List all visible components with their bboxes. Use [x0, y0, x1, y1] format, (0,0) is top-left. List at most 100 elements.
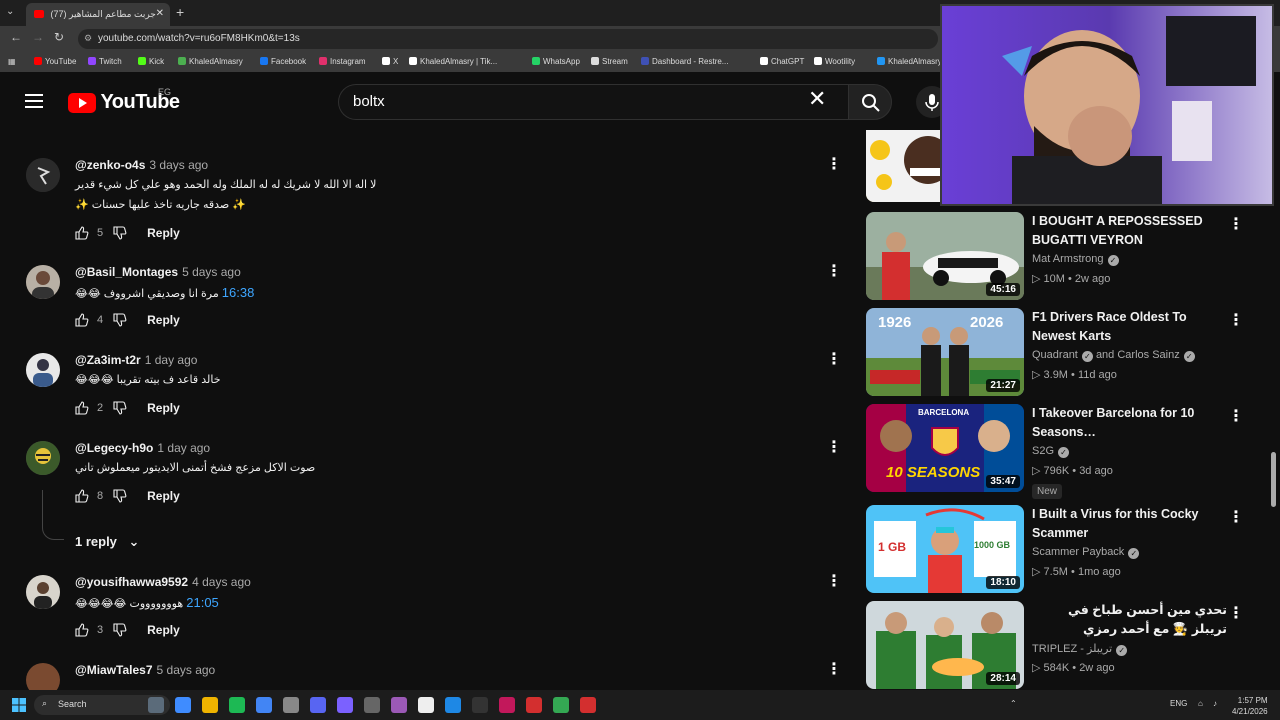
- youtube-logo[interactable]: YouTube EG: [68, 87, 180, 114]
- url-field[interactable]: ⚙ youtube.com/watch?v=ru6oFM8HKm0&t=13s: [78, 29, 938, 49]
- show-replies-button[interactable]: 1 reply ⌄: [75, 534, 139, 550]
- back-icon[interactable]: ←: [10, 30, 22, 44]
- bookmark-item[interactable]: YouTube: [34, 57, 76, 66]
- comment-time[interactable]: 4 days ago: [192, 575, 251, 589]
- page-scrollbar[interactable]: [1271, 452, 1276, 507]
- bookmark-item[interactable]: Twitch: [88, 57, 122, 66]
- comment-author[interactable]: @yousifhawwa9592: [75, 575, 188, 589]
- more-actions-icon[interactable]: ⋮: [826, 261, 842, 281]
- comment-author[interactable]: @Za3im-t2r: [75, 353, 141, 367]
- volume-icon[interactable]: ♪: [1213, 699, 1217, 708]
- related-video-item[interactable]: 1 GB 1000 GB 18:10 I Built a Virus for t…: [866, 505, 1266, 595]
- clear-search-icon[interactable]: ✕: [808, 88, 826, 110]
- dislike-icon[interactable]: [113, 623, 127, 637]
- like-icon[interactable]: [75, 226, 89, 240]
- network-icon[interactable]: ⌂: [1198, 699, 1203, 708]
- discord-icon[interactable]: [310, 697, 326, 713]
- channel-name[interactable]: S2G ✓: [1032, 445, 1070, 458]
- tray-overflow-icon[interactable]: ⌃: [1010, 699, 1017, 708]
- reply-button[interactable]: Reply: [147, 623, 180, 637]
- app-icon[interactable]: [391, 697, 407, 713]
- video-thumbnail[interactable]: 28:14: [866, 601, 1024, 689]
- bookmark-item[interactable]: KhaledAlmasry: [877, 57, 942, 66]
- more-actions-icon[interactable]: ⋮: [826, 154, 842, 174]
- app-icon[interactable]: [499, 697, 515, 713]
- video-thumbnail[interactable]: BARCELONA 10 SEASONS 35:47: [866, 404, 1024, 492]
- new-tab-icon[interactable]: +: [176, 4, 184, 20]
- apps-grid-icon[interactable]: ▦: [8, 57, 16, 66]
- like-icon[interactable]: [75, 623, 89, 637]
- reply-button[interactable]: Reply: [147, 489, 180, 503]
- system-clock[interactable]: 1:57 PM 4/21/2026: [1232, 695, 1268, 717]
- bookmark-item[interactable]: Facebook: [260, 57, 306, 66]
- timestamp-link[interactable]: 16:38: [222, 285, 255, 300]
- reload-icon[interactable]: ↻: [54, 30, 64, 44]
- more-actions-icon[interactable]: ⋮: [826, 659, 842, 679]
- like-icon[interactable]: [75, 489, 89, 503]
- video-title[interactable]: I Built a Virus for this Cocky Scammer: [1032, 505, 1227, 543]
- more-actions-icon[interactable]: ⋮: [1228, 214, 1244, 234]
- app-icon[interactable]: [445, 697, 461, 713]
- copilot-icon[interactable]: [175, 697, 191, 713]
- menu-icon[interactable]: [25, 94, 43, 108]
- dislike-icon[interactable]: [113, 226, 127, 240]
- comment-time[interactable]: 1 day ago: [157, 441, 210, 455]
- bookmark-item[interactable]: Kick: [138, 57, 164, 66]
- terminal-icon[interactable]: [364, 697, 380, 713]
- timestamp-link[interactable]: 21:05: [186, 595, 219, 610]
- browser-tab-active[interactable]: (77) جربت مطاعم المشاهير ✕: [26, 3, 170, 26]
- more-actions-icon[interactable]: ⋮: [826, 571, 842, 591]
- bookmark-item[interactable]: ChatGPT: [760, 57, 804, 66]
- video-thumbnail[interactable]: 1 GB 1000 GB 18:10: [866, 505, 1024, 593]
- adobe-icon[interactable]: [526, 697, 542, 713]
- reply-button[interactable]: Reply: [147, 313, 180, 327]
- bookmark-item[interactable]: KhaledAlmasry | Tik...: [409, 57, 497, 66]
- active-app-icon[interactable]: [580, 697, 596, 713]
- like-icon[interactable]: [75, 401, 89, 415]
- notepad-icon[interactable]: [418, 697, 434, 713]
- related-video-item[interactable]: 1926 2026 21:27 F1 Drivers Race Oldest T…: [866, 308, 1266, 398]
- comment-time[interactable]: 5 days ago: [182, 265, 241, 279]
- avatar[interactable]: [26, 575, 60, 609]
- like-icon[interactable]: [75, 313, 89, 327]
- windows-start-icon[interactable]: [12, 698, 26, 712]
- dislike-icon[interactable]: [113, 401, 127, 415]
- bookmark-item[interactable]: Stream: [591, 57, 628, 66]
- more-actions-icon[interactable]: ⋮: [826, 437, 842, 457]
- search-button[interactable]: [848, 84, 892, 120]
- app-grid-icon[interactable]: [337, 697, 353, 713]
- search-input[interactable]: [353, 93, 793, 110]
- video-title[interactable]: I BOUGHT A REPOSSESSED BUGATTI VEYRON: [1032, 212, 1227, 250]
- bookmark-item[interactable]: WhatsApp: [532, 57, 580, 66]
- comment-author[interactable]: @Basil_Montages: [75, 265, 178, 279]
- more-actions-icon[interactable]: ⋮: [826, 349, 842, 369]
- comment-time[interactable]: 3 days ago: [149, 158, 208, 172]
- avatar[interactable]: [26, 265, 60, 299]
- chrome-icon[interactable]: [553, 697, 569, 713]
- video-title[interactable]: F1 Drivers Race Oldest To Newest Karts: [1032, 308, 1227, 346]
- widgets-icon[interactable]: [148, 697, 164, 713]
- chrome-icon[interactable]: [256, 697, 272, 713]
- channel-name[interactable]: Quadrant ✓ and Carlos Sainz ✓: [1032, 349, 1195, 362]
- related-video-item[interactable]: 45:16 I BOUGHT A REPOSSESSED BUGATTI VEY…: [866, 212, 1266, 302]
- close-tab-icon[interactable]: ✕: [156, 8, 164, 19]
- app-icon[interactable]: [472, 697, 488, 713]
- bookmark-item[interactable]: Wootility: [814, 57, 855, 66]
- dislike-icon[interactable]: [113, 313, 127, 327]
- bookmark-item[interactable]: Instagram: [319, 57, 366, 66]
- bookmark-item[interactable]: X: [382, 57, 398, 66]
- bookmark-item[interactable]: Dashboard - Restre...: [641, 57, 728, 66]
- comment-author[interactable]: @MiawTales7: [75, 663, 153, 677]
- video-title[interactable]: تحدي مين أحسن طباخ في تريبلز 🧑‍🍳 مع أحمد…: [1032, 601, 1227, 639]
- tab-search-icon[interactable]: ⌄: [6, 6, 14, 17]
- more-actions-icon[interactable]: ⋮: [1228, 603, 1244, 623]
- avatar[interactable]: [26, 441, 60, 475]
- spotify-icon[interactable]: [229, 697, 245, 713]
- more-actions-icon[interactable]: ⋮: [1228, 406, 1244, 426]
- channel-name[interactable]: Scammer Payback ✓: [1032, 546, 1140, 559]
- video-thumbnail[interactable]: 1926 2026 21:27: [866, 308, 1024, 396]
- bookmark-item[interactable]: KhaledAlmasry: [178, 57, 243, 66]
- comment-author[interactable]: @zenko-o4s: [75, 158, 145, 172]
- avatar[interactable]: [26, 158, 60, 192]
- avatar[interactable]: [26, 353, 60, 387]
